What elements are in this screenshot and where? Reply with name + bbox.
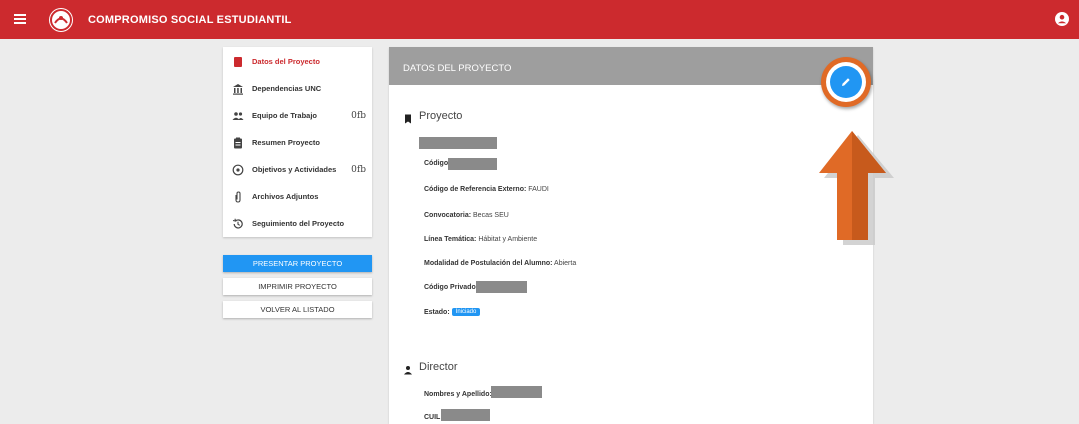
- sidebar-item-label: Resumen Proyecto: [252, 138, 320, 147]
- hamburger-menu-icon[interactable]: [14, 14, 26, 24]
- app-logo: [49, 8, 73, 32]
- redacted-nombres: [491, 386, 542, 398]
- top-app-bar: COMPROMISO SOCIAL ESTUDIANTIL: [0, 0, 1079, 39]
- bookmark-icon: [403, 111, 413, 124]
- sidebar-item-label: Equipo de Trabajo: [252, 111, 318, 120]
- sidebar-item-label: Datos del Proyecto: [252, 57, 320, 66]
- field-linea-tematica: Línea Temática: Hábitat y Ambiente: [424, 236, 538, 243]
- section-title-proyecto: Proyecto: [419, 110, 463, 122]
- field-modalidad: Modalidad de Postulación del Alumno: Abi…: [424, 260, 577, 267]
- presentar-proyecto-button[interactable]: PRESENTAR PROYECTO: [223, 255, 372, 272]
- field-convocatoria: Convocatoria: Becas SEU: [424, 212, 509, 219]
- sidebar-item-badge: 0fb: [351, 165, 366, 175]
- person-icon: [403, 362, 413, 375]
- field-codigo: Código:: [424, 160, 451, 167]
- panel-header: DATOS DEL PROYECTO: [389, 47, 873, 85]
- edit-button[interactable]: [830, 66, 862, 98]
- field-codigo-privado: Código Privado:: [424, 284, 479, 291]
- sidebar-item-datos-proyecto[interactable]: Datos del Proyecto: [223, 49, 372, 75]
- highlight-ring: [821, 57, 871, 107]
- sidebar-item-badge: 0fb: [351, 111, 366, 121]
- clipboard-icon: [232, 136, 244, 149]
- folder-icon: [232, 55, 244, 67]
- status-badge: Iniciado: [451, 308, 481, 316]
- panel-title: DATOS DEL PROYECTO: [403, 63, 512, 74]
- target-icon: [232, 163, 244, 176]
- section-title-director: Director: [419, 361, 458, 373]
- field-nombres-apellido: Nombres y Apellido:: [424, 391, 492, 398]
- annotation-arrow-icon: [818, 130, 896, 246]
- redacted-codigo-privado: [476, 281, 527, 293]
- field-cuil: CUIL:: [424, 414, 443, 421]
- sidebar-item-label: Seguimiento del Proyecto: [252, 219, 345, 228]
- institution-icon: [232, 82, 244, 95]
- sidebar-item-resumen[interactable]: Resumen Proyecto: [223, 130, 372, 156]
- sidebar-item-dependencias[interactable]: Dependencias UNC: [223, 76, 372, 102]
- field-codigo-referencia: Código de Referencia Externo: FAUDI: [424, 186, 549, 193]
- redacted-codigo: [448, 158, 497, 170]
- sidebar-item-seguimiento[interactable]: Seguimiento del Proyecto: [223, 211, 372, 237]
- redacted-cuil: [441, 409, 490, 421]
- field-estado: Estado: Iniciado: [424, 308, 481, 316]
- sidebar-item-label: Objetivos y Actividades: [252, 165, 337, 174]
- imprimir-proyecto-button[interactable]: IMPRIMIR PROYECTO: [223, 278, 372, 295]
- sidebar-item-label: Dependencias UNC: [252, 84, 322, 93]
- people-icon: [232, 109, 244, 121]
- sidebar-item-equipo-trabajo[interactable]: Equipo de Trabajo 0fb: [223, 103, 372, 129]
- project-sidebar: Datos del Proyecto Dependencias UNC Equi…: [223, 47, 372, 237]
- app-title: COMPROMISO SOCIAL ESTUDIANTIL: [88, 14, 292, 26]
- sidebar-item-objetivos[interactable]: Objetivos y Actividades 0fb: [223, 157, 372, 183]
- history-icon: [232, 217, 244, 229]
- sidebar-item-archivos[interactable]: Archivos Adjuntos: [223, 184, 372, 210]
- account-circle-icon[interactable]: [1055, 12, 1069, 26]
- paperclip-icon: [232, 190, 244, 203]
- sidebar-item-label: Archivos Adjuntos: [252, 192, 319, 201]
- redacted-project-name: [419, 137, 497, 149]
- volver-listado-button[interactable]: VOLVER AL LISTADO: [223, 301, 372, 318]
